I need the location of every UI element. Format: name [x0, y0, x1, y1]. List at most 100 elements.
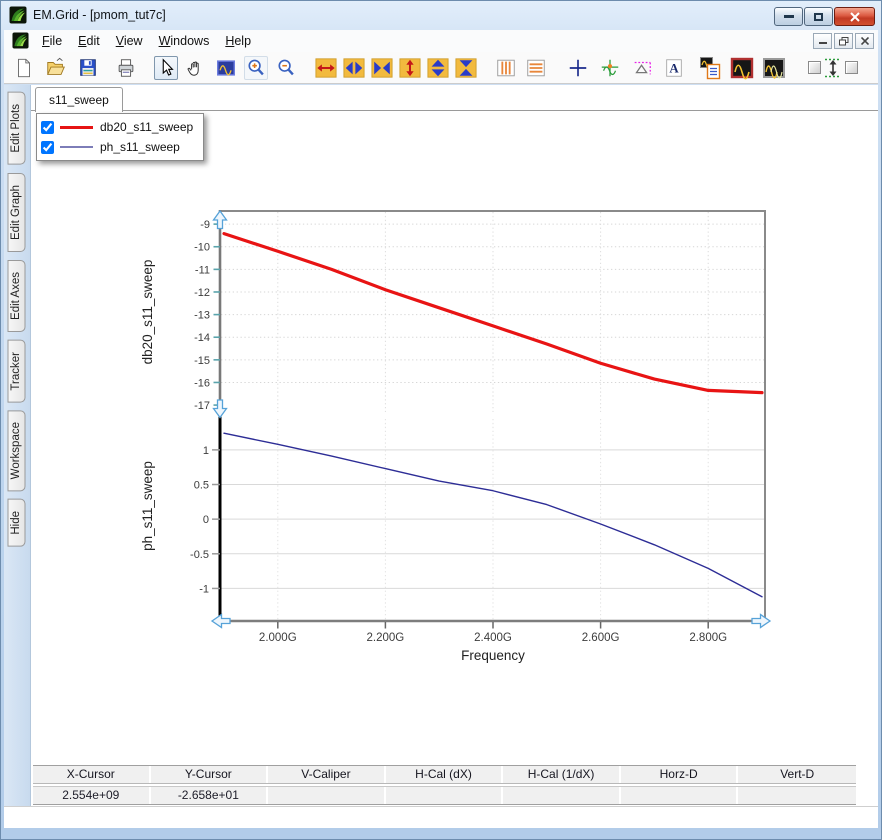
mdi-restore-button[interactable] [834, 33, 853, 49]
text-a-icon: A [666, 58, 682, 77]
application-window: { "window": { "title": "EM.Grid - [pmom_… [0, 0, 882, 840]
tab-strip-divider [31, 110, 878, 111]
menu-view[interactable]: View [108, 32, 151, 50]
caliper-triangle-icon [634, 61, 651, 74]
tracker-marker-button[interactable] [598, 56, 622, 80]
menu-file[interactable]: File [34, 32, 70, 50]
titlebar[interactable]: EM.Grid - [pmom_tut7c] [0, 0, 882, 30]
zoom-window-button[interactable] [214, 56, 238, 80]
value-horz-d [620, 787, 739, 804]
tab-s11-sweep[interactable]: s11_sweep [35, 87, 123, 112]
new-document-icon [18, 58, 30, 77]
cursor-readout-table: X-Cursor Y-Cursor V-Caliper H-Cal (dX) H… [33, 765, 856, 805]
header-horz-d: Horz-D [620, 766, 739, 783]
header-h-cal-dx: H-Cal (dX) [385, 766, 504, 783]
shrink-y-button[interactable] [454, 56, 478, 80]
header-vert-d: Vert-D [738, 766, 856, 783]
shrink-x-button[interactable] [370, 56, 394, 80]
horizontal-stripes-button[interactable] [524, 56, 548, 80]
sidebar-tab-edit-axes[interactable]: Edit Axes [8, 259, 26, 332]
value-h-cal-1dx [503, 787, 621, 804]
header-v-caliper: V-Caliper [268, 766, 386, 783]
hand-icon [187, 61, 199, 76]
maximize-button[interactable] [804, 7, 833, 26]
fit-vertical-left-checkbox[interactable] [808, 61, 821, 74]
zoom-in-button[interactable] [244, 55, 268, 80]
close-icon [849, 11, 860, 22]
print-button[interactable] [114, 56, 138, 80]
mdi-minimize-icon [818, 42, 827, 44]
mdi-close-icon [860, 37, 869, 45]
horizontal-stripes-icon [527, 59, 545, 76]
menu-bar: File Edit View Windows Help [4, 30, 878, 53]
header-x-cursor: X-Cursor [33, 766, 151, 783]
header-h-cal-1dx: H-Cal (1/dX) [503, 766, 621, 783]
blue-expand-horizontal-icon [343, 57, 365, 78]
value-vert-d [738, 787, 856, 804]
new-document-button[interactable] [12, 56, 36, 80]
single-plot-icon [730, 57, 754, 80]
fit-vertical-right-checkbox[interactable] [845, 61, 858, 74]
sidebar-tab-workspace[interactable]: Workspace [8, 410, 26, 492]
crosshair-button[interactable] [566, 56, 590, 80]
mdi-minimize-button[interactable] [813, 33, 832, 49]
sidebar-tab-hide[interactable]: Hide [8, 499, 26, 548]
red-vertical-arrow-icon [399, 57, 421, 78]
toolbar: A [4, 52, 878, 84]
crosshair-icon [569, 59, 587, 76]
fit-vertical-icon[interactable] [823, 56, 843, 80]
value-y-cursor: -2.658e+01 [150, 787, 269, 804]
tracker-icon [601, 59, 619, 76]
text-annotation-button[interactable]: A [662, 56, 686, 80]
red-horizontal-arrow-icon [315, 57, 337, 78]
menu-help[interactable]: Help [217, 32, 259, 50]
multi-plot-button[interactable] [762, 56, 786, 80]
minimize-button[interactable] [774, 7, 803, 26]
legend-item-ph[interactable]: ph_s11_sweep [41, 137, 193, 157]
legend-label-db20: db20_s11_sweep [100, 120, 194, 134]
legend-checkbox-db20[interactable] [41, 120, 54, 134]
vertical-stripes-button[interactable] [494, 56, 518, 80]
save-file-button[interactable] [76, 56, 100, 80]
legend: db20_s11_sweep ph_s11_sweep [36, 113, 205, 161]
window-title: EM.Grid - [pmom_tut7c] [33, 8, 166, 22]
sidebar-tab-edit-plots[interactable]: Edit Plots [8, 92, 26, 165]
stretch-y-button[interactable] [398, 56, 422, 80]
open-folder-icon [47, 57, 65, 75]
legend-line-sample-db20 [60, 125, 93, 129]
open-file-button[interactable] [44, 56, 68, 80]
plot-workspace [4, 85, 878, 806]
sidebar-tab-tracker[interactable]: Tracker [8, 339, 26, 403]
menu-edit[interactable]: Edit [70, 32, 108, 50]
expand-y-button[interactable] [426, 56, 450, 80]
legend-item-db20[interactable]: db20_s11_sweep [41, 117, 193, 137]
blue-expand-vertical-icon [427, 57, 449, 78]
fit-horizontal-group [876, 57, 878, 79]
multi-plot-icon [763, 57, 785, 79]
single-plot-button[interactable] [730, 56, 754, 80]
close-button[interactable] [834, 7, 875, 26]
plot-manager-button[interactable] [698, 56, 722, 80]
sidebar: Edit Plots Edit Graph Edit Axes Tracker … [4, 85, 31, 806]
app-icon [9, 6, 27, 24]
mdi-close-button[interactable] [855, 33, 874, 49]
expand-x-button[interactable] [342, 56, 366, 80]
cursor-table-value-row: 2.554e+09 -2.658e+01 [33, 786, 856, 805]
caliper-triangle-button[interactable] [630, 56, 654, 80]
pan-hand-button[interactable] [184, 56, 208, 80]
sidebar-tab-edit-graph[interactable]: Edit Graph [8, 172, 26, 252]
legend-label-ph: ph_s11_sweep [100, 140, 180, 154]
stretch-x-button[interactable] [314, 56, 338, 80]
zoom-out-button[interactable] [274, 56, 298, 80]
legend-checkbox-ph[interactable] [41, 140, 54, 154]
blue-collapse-vertical-icon [455, 57, 477, 78]
fit-vertical-group [806, 56, 860, 80]
maximize-icon [814, 12, 823, 21]
blue-collapse-horizontal-icon [371, 57, 393, 78]
value-h-cal-dx [385, 787, 504, 804]
select-cursor-button[interactable] [154, 55, 178, 80]
zoom-out-icon [278, 59, 294, 75]
mdi-restore-icon [838, 36, 848, 45]
zoom-window-icon [217, 59, 235, 76]
menu-windows[interactable]: Windows [151, 32, 218, 50]
